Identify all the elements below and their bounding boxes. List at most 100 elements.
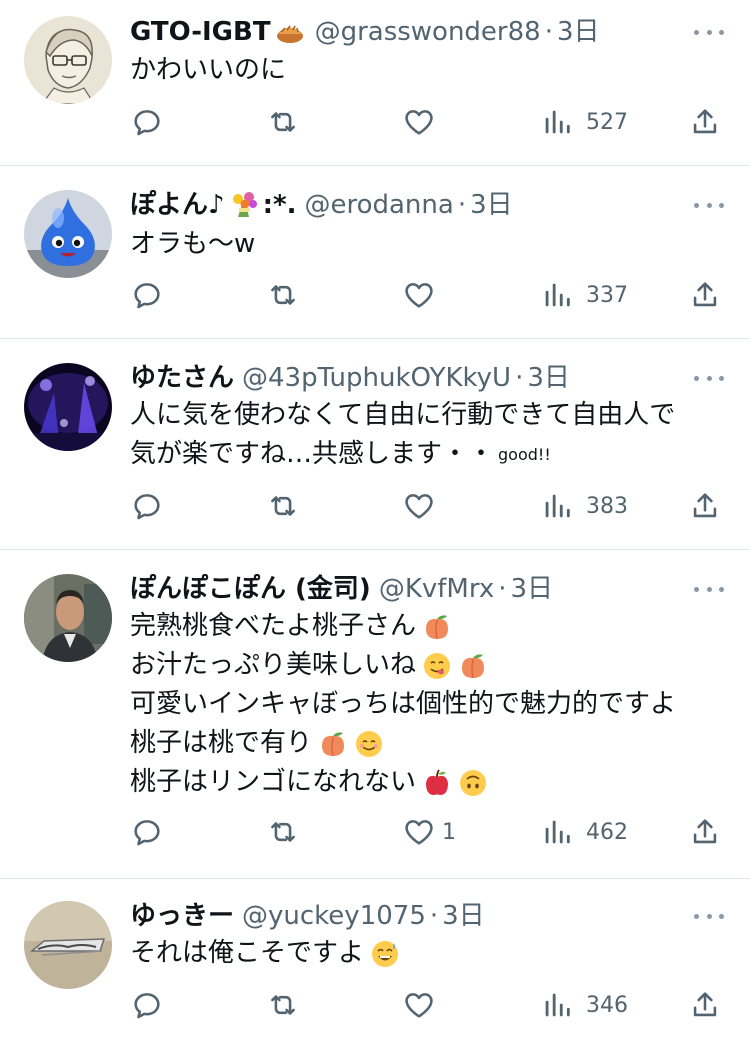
- retweet-icon: [271, 285, 295, 305]
- retweet-icon: [271, 822, 295, 842]
- avatar[interactable]: [24, 363, 112, 451]
- view-count: 337: [586, 282, 628, 308]
- sweat-smile-emoji: [372, 940, 399, 967]
- more-options-icon[interactable]: [694, 579, 724, 599]
- more-options-icon[interactable]: [694, 22, 724, 42]
- more-options-icon[interactable]: [694, 195, 724, 215]
- heart-icon: [405, 283, 433, 308]
- share-icon: [693, 282, 717, 307]
- share-button[interactable]: [688, 277, 722, 313]
- action-bar: 527: [130, 104, 725, 140]
- reply-button[interactable]: [130, 814, 176, 850]
- analytics-icon: [545, 283, 570, 307]
- red-apple-emoji: [426, 769, 449, 795]
- tweet-item[interactable]: ぽよん♪ :*. @erodanna · 3日 オラも〜w 337: [0, 166, 750, 339]
- display-name[interactable]: ぽんぽこぽん (金司): [130, 571, 371, 607]
- timestamp[interactable]: 3日: [527, 360, 570, 396]
- tweet-item[interactable]: GTO-IGBT @grasswonder88 · 3日 かわいいのに 527: [0, 0, 750, 166]
- user-handle[interactable]: @KvfMrx: [379, 571, 494, 607]
- share-button[interactable]: [688, 814, 722, 850]
- display-name[interactable]: ぽよん♪: [130, 187, 225, 223]
- share-icon: [693, 992, 717, 1017]
- views-button[interactable]: 383: [540, 488, 628, 524]
- tweet-header: ゆたさん @43pTuphukOYKkyU · 3日: [130, 360, 680, 396]
- tweet-text-small: good!!: [498, 445, 551, 464]
- timestamp[interactable]: 3日: [511, 571, 554, 607]
- action-bar: 383: [130, 488, 725, 524]
- reply-button[interactable]: [130, 488, 176, 524]
- tweet-text: 完熟桃食べたよ桃子さん お汁たっぷり美味しいね 可愛いインキャぼっちは個性的で魅…: [130, 607, 726, 802]
- tweet-text-line: それは俺こそですよ: [130, 938, 365, 968]
- flower-bouquet-emoji: [232, 192, 257, 217]
- reply-icon: [134, 110, 160, 136]
- analytics-icon: [545, 820, 570, 844]
- more-options-icon[interactable]: [694, 368, 724, 388]
- views-button[interactable]: 462: [540, 814, 628, 850]
- display-name-suffix[interactable]: :*.: [263, 187, 297, 223]
- tweet-text-line: オラも〜w: [130, 229, 256, 259]
- separator-dot: ·: [429, 901, 439, 931]
- peach-emoji: [322, 731, 345, 756]
- reply-timeline: GTO-IGBT @grasswonder88 · 3日 かわいいのに 527 …: [0, 0, 750, 1045]
- action-bar: 337: [130, 277, 725, 313]
- reply-button[interactable]: [130, 987, 176, 1023]
- view-count: 462: [586, 819, 628, 845]
- display-name[interactable]: ゆっきー: [130, 898, 234, 934]
- heart-icon: [405, 993, 433, 1018]
- analytics-icon: [545, 494, 570, 518]
- retweet-button[interactable]: [266, 814, 312, 850]
- views-button[interactable]: 527: [540, 104, 628, 140]
- share-icon: [693, 109, 717, 134]
- timestamp[interactable]: 3日: [557, 14, 600, 50]
- view-count: 527: [586, 109, 628, 135]
- tweet-header: GTO-IGBT @grasswonder88 · 3日: [130, 14, 680, 50]
- reply-icon: [134, 993, 160, 1019]
- tweet-item[interactable]: ゆたさん @43pTuphukOYKkyU · 3日 人に気を使わなくて自由に行…: [0, 339, 750, 550]
- reply-button[interactable]: [130, 277, 176, 313]
- separator-dot: ·: [544, 17, 553, 47]
- analytics-icon: [545, 993, 570, 1017]
- analytics-icon: [545, 110, 570, 134]
- timestamp[interactable]: 3日: [470, 187, 513, 223]
- tweet-text-line: かわいいのに: [130, 55, 287, 85]
- share-button[interactable]: [688, 488, 722, 524]
- avatar[interactable]: [24, 901, 112, 989]
- tweet-header: ぽよん♪ :*. @erodanna · 3日: [130, 187, 680, 223]
- user-handle[interactable]: @erodanna: [304, 187, 453, 223]
- retweet-button[interactable]: [266, 488, 312, 524]
- avatar[interactable]: [24, 16, 112, 104]
- display-name[interactable]: ゆたさん: [130, 360, 234, 396]
- views-button[interactable]: 346: [540, 987, 628, 1023]
- tweet-header: ぽんぽこぽん (金司) @KvfMrx · 3日: [130, 571, 680, 607]
- timestamp[interactable]: 3日: [442, 898, 485, 934]
- user-handle[interactable]: @43pTuphukOYKkyU: [242, 360, 511, 396]
- display-name[interactable]: GTO-IGBT: [130, 14, 271, 50]
- retweet-button[interactable]: [266, 277, 312, 313]
- reply-button[interactable]: [130, 104, 176, 140]
- peach-emoji: [426, 614, 449, 639]
- like-button[interactable]: 1: [402, 814, 456, 850]
- like-button[interactable]: [402, 987, 448, 1023]
- more-options-icon[interactable]: [694, 906, 724, 926]
- heart-icon: [405, 494, 433, 519]
- tweet-item[interactable]: ゆっきー @yuckey1075 · 3日 それは俺こそですよ 346: [0, 879, 750, 1045]
- tweet-item[interactable]: ぽんぽこぽん (金司) @KvfMrx · 3日 完熟桃食べたよ桃子さん お汁た…: [0, 550, 750, 879]
- like-button[interactable]: [402, 277, 448, 313]
- action-bar: 346: [130, 987, 725, 1023]
- retweet-button[interactable]: [266, 104, 312, 140]
- avatar[interactable]: [24, 190, 112, 278]
- views-button[interactable]: 337: [540, 277, 628, 313]
- reply-icon: [134, 820, 160, 846]
- user-handle[interactable]: @yuckey1075: [242, 898, 426, 934]
- like-button[interactable]: [402, 104, 448, 140]
- retweet-button[interactable]: [266, 987, 312, 1023]
- tweet-text: かわいいのに: [130, 51, 726, 90]
- avatar[interactable]: [24, 574, 112, 662]
- share-button[interactable]: [688, 104, 722, 140]
- like-button[interactable]: [402, 488, 448, 524]
- tweet-text: オラも〜w: [130, 225, 726, 264]
- retweet-icon: [271, 112, 295, 132]
- share-button[interactable]: [688, 987, 722, 1023]
- user-handle[interactable]: @grasswonder88: [315, 14, 541, 50]
- reply-icon: [134, 494, 160, 520]
